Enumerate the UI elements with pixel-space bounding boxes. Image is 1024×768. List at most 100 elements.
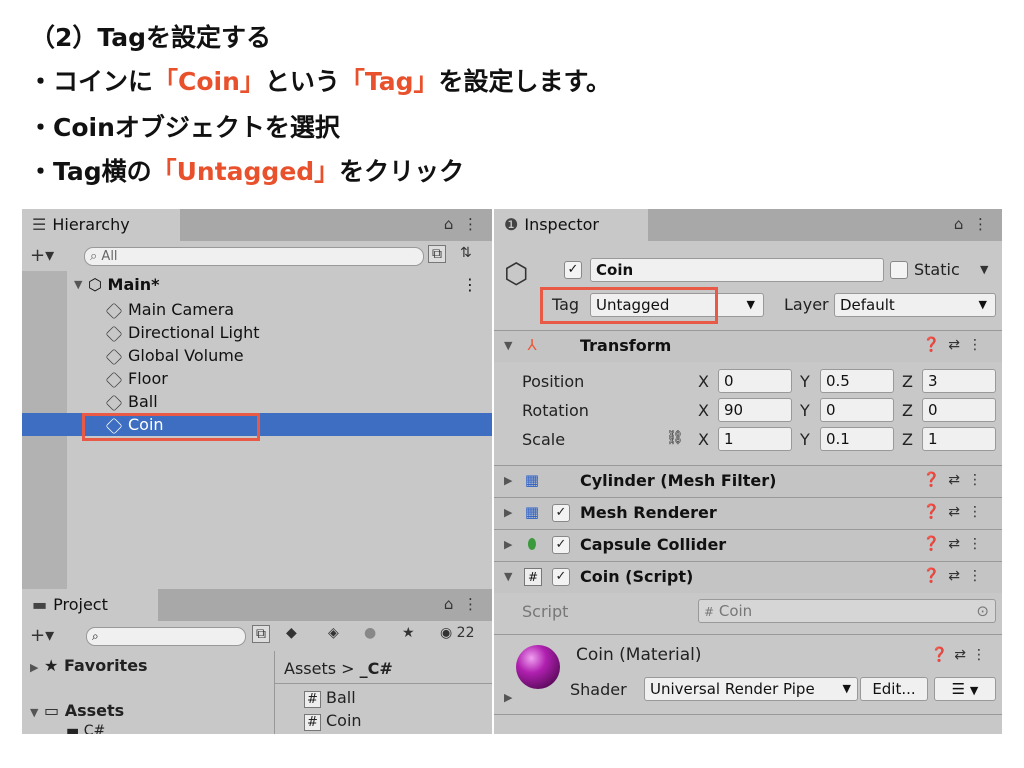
preset-icon[interactable]: ⇄: [948, 568, 968, 584]
preset-icon[interactable]: ⇄: [948, 504, 968, 520]
preset-icon[interactable]: ⇄: [948, 472, 968, 488]
help-icon[interactable]: ❓: [923, 568, 948, 584]
more-options-icon[interactable]: ⋮: [463, 595, 478, 613]
active-checkbox[interactable]: ✓: [564, 261, 582, 279]
transform-row: Scale ⛓ X 1 Y 0.1 Z 1: [494, 427, 1002, 453]
scene-picker-icon[interactable]: ⧉: [252, 625, 270, 643]
material-options-dropdown[interactable]: ☰ ▼: [934, 677, 996, 701]
rotation-y-input[interactable]: 0: [820, 398, 894, 422]
component-mesh-filter[interactable]: ▶ ▦ Cylinder (Mesh Filter) ❓⇄⋮: [494, 465, 1002, 497]
preset-icon[interactable]: ⇄: [954, 647, 972, 663]
filter-type-icon[interactable]: ◆: [286, 625, 297, 641]
hierarchy-item[interactable]: Main Camera: [22, 298, 492, 321]
hierarchy-item[interactable]: Directional Light: [22, 321, 492, 344]
add-dropdown-icon[interactable]: +▾: [30, 245, 54, 266]
scale-z-input[interactable]: 1: [922, 427, 996, 451]
component-mesh-renderer[interactable]: ▶ ▦ ✓ Mesh Renderer ❓⇄⋮: [494, 497, 1002, 529]
edit-button[interactable]: Edit...: [860, 677, 928, 701]
position-y-input[interactable]: 0.5: [820, 369, 894, 393]
layer-dropdown[interactable]: Default ▼: [834, 293, 996, 317]
component-enabled-checkbox[interactable]: ✓: [552, 568, 570, 586]
scene-more-icon[interactable]: ⋮: [462, 273, 478, 296]
lock-icon[interactable]: ⌂: [444, 595, 454, 613]
file-item[interactable]: # Coin: [304, 711, 362, 731]
breadcrumb-leaf[interactable]: _C#: [360, 659, 393, 678]
script-field[interactable]: # Coin ⊙: [698, 599, 996, 623]
script-icon: #: [304, 691, 321, 708]
component-enabled-checkbox[interactable]: ✓: [552, 536, 570, 554]
caption-click-untagged: ・Tag横の「Untagged」をクリック: [28, 152, 464, 188]
help-icon[interactable]: ❓: [923, 472, 948, 488]
tab-inspector[interactable]: ❶ Inspector: [494, 209, 648, 241]
preset-icon[interactable]: ⇄: [948, 337, 968, 353]
hierarchy-item[interactable]: Floor: [22, 367, 492, 390]
expand-arrow-icon[interactable]: ▶: [504, 506, 512, 519]
scene-row[interactable]: ▼ ⬡ Main* ⋮: [22, 273, 492, 296]
star-icon[interactable]: ★: [402, 625, 415, 641]
more-options-icon[interactable]: ⋮: [968, 337, 990, 353]
more-options-icon[interactable]: ⋮: [972, 647, 992, 663]
project-divider: [274, 651, 275, 734]
constrain-proportions-icon[interactable]: ⛓: [666, 430, 684, 446]
more-options-icon[interactable]: ⋮: [968, 568, 990, 584]
shader-dropdown[interactable]: Universal Render Pipe ▼: [644, 677, 858, 701]
hierarchy-item[interactable]: Global Volume: [22, 344, 492, 367]
expand-arrow-icon[interactable]: ▼: [74, 273, 82, 296]
rotation-x-input[interactable]: 90: [718, 398, 792, 422]
more-options-icon[interactable]: ⋮: [968, 472, 990, 488]
folder-icon: ▬: [66, 723, 80, 734]
file-item[interactable]: # Ball: [304, 688, 356, 708]
expand-arrow-icon[interactable]: ▶: [504, 474, 512, 487]
sub-folder-row[interactable]: ▬ C#: [66, 723, 105, 734]
add-dropdown-icon[interactable]: +▾: [30, 625, 54, 646]
more-options-icon[interactable]: ⋮: [973, 215, 988, 233]
help-icon[interactable]: ❓: [923, 504, 948, 520]
lock-icon[interactable]: ⌂: [954, 215, 964, 233]
sort-icon[interactable]: ⇅: [460, 245, 472, 261]
component-title: Cylinder (Mesh Filter): [580, 471, 777, 490]
help-icon[interactable]: ❓: [931, 647, 954, 663]
component-enabled-checkbox[interactable]: ✓: [552, 504, 570, 522]
mesh-renderer-icon: ▦: [524, 503, 540, 521]
scene-picker-icon[interactable]: ⧉: [428, 245, 446, 263]
component-coin-script[interactable]: ▼ # ✓ Coin (Script) ❓⇄⋮: [494, 561, 1002, 593]
position-z-input[interactable]: 3: [922, 369, 996, 393]
caption-text: を設定します。: [438, 67, 612, 96]
more-options-icon[interactable]: ⋮: [968, 504, 990, 520]
object-name-input[interactable]: Coin: [590, 258, 884, 282]
scale-y-input[interactable]: 0.1: [820, 427, 894, 451]
expand-arrow-icon: ▶: [30, 661, 39, 674]
label-icon[interactable]: ◈: [328, 625, 339, 641]
tab-project[interactable]: ▬ Project: [22, 589, 158, 621]
scale-x-input[interactable]: 1: [718, 427, 792, 451]
info-icon[interactable]: ●: [364, 625, 376, 641]
assets-row[interactable]: ▼ ▭ Assets: [30, 701, 124, 720]
transform-header[interactable]: ▼ ⅄ Transform ❓⇄⋮: [494, 330, 1002, 362]
expand-arrow-icon[interactable]: ▶: [504, 538, 512, 551]
more-options-icon[interactable]: ⋮: [463, 215, 478, 233]
favorites-row[interactable]: ▶ ★ Favorites: [30, 656, 148, 675]
preset-icon[interactable]: ⇄: [948, 536, 968, 552]
static-dropdown-icon[interactable]: ▼: [980, 263, 988, 276]
breadcrumb-root[interactable]: Assets: [284, 659, 336, 678]
lock-icon[interactable]: ⌂: [444, 215, 454, 233]
help-icon[interactable]: ❓: [923, 536, 948, 552]
help-icon[interactable]: ❓: [923, 337, 948, 353]
expand-arrow-icon[interactable]: ▼: [504, 570, 512, 583]
expand-arrow-icon[interactable]: ▼: [504, 339, 512, 352]
expand-arrow-icon[interactable]: ▶: [504, 691, 512, 704]
hierarchy-item[interactable]: Ball: [22, 390, 492, 413]
project-search-input[interactable]: ⌕: [86, 627, 246, 646]
rotation-z-input[interactable]: 0: [922, 398, 996, 422]
object-picker-icon[interactable]: ⊙: [976, 600, 989, 622]
static-checkbox[interactable]: [890, 261, 908, 279]
tab-label: Project: [53, 595, 108, 614]
position-x-input[interactable]: 0: [718, 369, 792, 393]
more-options-icon[interactable]: ⋮: [968, 536, 990, 552]
tab-hierarchy[interactable]: ☰ Hierarchy: [22, 209, 180, 241]
component-capsule-collider[interactable]: ▶ ⬮ ✓ Capsule Collider ❓⇄⋮: [494, 529, 1002, 561]
scene-label: ⬡ Main*: [88, 273, 160, 296]
tab-label: Hierarchy: [52, 215, 130, 234]
visibility-icon[interactable]: ◉ 22: [440, 625, 475, 641]
hierarchy-search-input[interactable]: ⌕ All: [84, 247, 424, 266]
